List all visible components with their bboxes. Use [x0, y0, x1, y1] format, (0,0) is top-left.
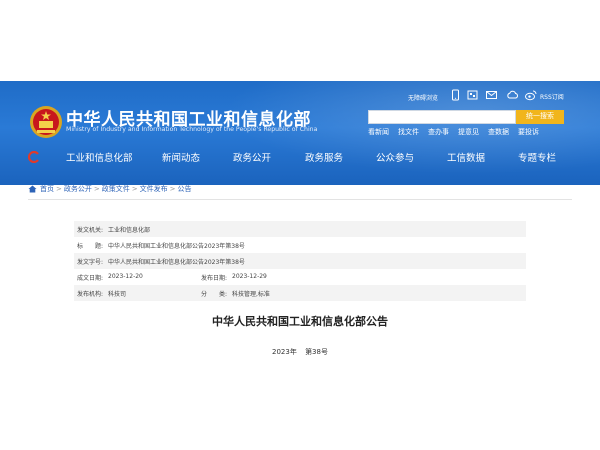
meta-number-label: 发文字号: [77, 259, 104, 266]
meta-created-value: 2023-12-20 [108, 273, 143, 280]
breadcrumb-file-release[interactable]: 文件发布 [140, 184, 168, 194]
national-emblem-icon[interactable] [29, 105, 63, 139]
meta-number-value: 中华人民共和国工业和信息化部公告2023年第38号 [108, 259, 245, 266]
mail-icon[interactable] [485, 89, 498, 101]
meta-publisher-value: 科技司 [108, 291, 127, 298]
rss-link[interactable]: RSS订阅 [540, 92, 564, 101]
breadcrumb-announcement[interactable]: 公告 [178, 184, 192, 194]
site-header: 中华人民共和国工业和信息化部 Ministry of Industry and … [0, 81, 600, 185]
quick-link-services[interactable]: 查办事 [428, 127, 449, 137]
nav-item-news[interactable]: 新闻动态 [162, 150, 200, 164]
nav-item-data[interactable]: 工信数据 [447, 150, 485, 164]
quick-link-complaint[interactable]: 要投诉 [518, 127, 539, 137]
quick-links: 看新闻 找文件 查办事 提意见 查数据 要投诉 [368, 127, 548, 137]
accessibility-link[interactable]: 无障碍浏览 [408, 89, 438, 105]
breadcrumb-policy-docs[interactable]: 政策文件 [102, 184, 130, 194]
meta-row-publisher: 发布机构: 科技司 分 类: 科技管理,标准 [74, 285, 526, 301]
breadcrumb-separator: > [93, 185, 100, 193]
cloud-icon[interactable] [506, 89, 519, 101]
quick-link-news[interactable]: 看新闻 [368, 127, 389, 137]
meta-row-title: 标 题: 中华人民共和国工业和信息化部公告2023年第38号 [74, 237, 526, 253]
meta-title-label: 标 题: [77, 243, 104, 250]
meta-row-dates: 成文日期: 2023-12-20 发布日期: 2023-12-29 [74, 269, 526, 285]
meta-category-label: 分 类: [201, 291, 228, 298]
nav-item-participation[interactable]: 公众参与 [376, 150, 414, 164]
site-subtitle: Ministry of Industry and Information Tec… [66, 126, 318, 133]
document-year: 2023年 [272, 348, 297, 356]
meta-published-value: 2023-12-29 [232, 273, 267, 280]
mobile-icon[interactable] [449, 89, 462, 101]
page: 中华人民共和国工业和信息化部 Ministry of Industry and … [0, 0, 600, 450]
weibo-icon[interactable] [524, 89, 537, 101]
nav-item-gov-affairs[interactable]: 政务公开 [233, 150, 271, 164]
main-nav: 工业和信息化部 新闻动态 政务公开 政务服务 公众参与 工信数据 专题专栏 [0, 143, 600, 171]
meta-published-label: 发布日期: [201, 275, 228, 282]
document-title: 中华人民共和国工业和信息化部公告 [212, 315, 388, 328]
home-icon [28, 185, 37, 193]
meta-title-value: 中华人民共和国工业和信息化部公告2023年第38号 [108, 243, 245, 250]
meta-issuer-value: 工业和信息化部 [108, 227, 151, 234]
meta-category-value: 科技管理,标准 [232, 291, 270, 298]
quick-link-feedback[interactable]: 提意见 [458, 127, 479, 137]
meta-row-number: 发文字号: 中华人民共和国工业和信息化部公告2023年第38号 [74, 253, 526, 269]
nav-item-ministry[interactable]: 工业和信息化部 [66, 150, 133, 164]
breadcrumb-separator: > [169, 185, 176, 193]
document-issue: 第38号 [305, 348, 328, 356]
meta-row-issuer: 发文机关: 工业和信息化部 [74, 221, 526, 237]
nav-item-services[interactable]: 政务服务 [305, 150, 343, 164]
search-input[interactable] [368, 110, 516, 124]
qrcode-icon[interactable] [466, 89, 479, 101]
breadcrumb-separator: > [56, 185, 62, 193]
meta-publisher-label: 发布机构: [77, 291, 104, 298]
breadcrumb-home[interactable]: 首页 [40, 184, 54, 194]
meta-created-label: 成文日期: [77, 275, 104, 282]
breadcrumb: 首页 > 政务公开 > 政策文件 > 文件发布 > 公告 [28, 184, 192, 194]
quick-link-files[interactable]: 找文件 [398, 127, 419, 137]
accessibility-label: 无障碍浏览 [408, 94, 439, 102]
document-meta-table: 发文机关: 工业和信息化部 标 题: 中华人民共和国工业和信息化部公告2023年… [74, 221, 526, 301]
breadcrumb-divider [28, 199, 572, 200]
document-number: 2023年 第38号 [0, 347, 600, 357]
meta-issuer-label: 发文机关: [77, 227, 104, 234]
breadcrumb-separator: > [131, 185, 138, 193]
nav-logo-icon[interactable] [28, 151, 40, 163]
search-button[interactable]: 统一搜索 [516, 110, 564, 124]
breadcrumb-gov-affairs[interactable]: 政务公开 [64, 184, 92, 194]
quick-link-data[interactable]: 查数据 [488, 127, 509, 137]
nav-item-topics[interactable]: 专题专栏 [518, 150, 556, 164]
